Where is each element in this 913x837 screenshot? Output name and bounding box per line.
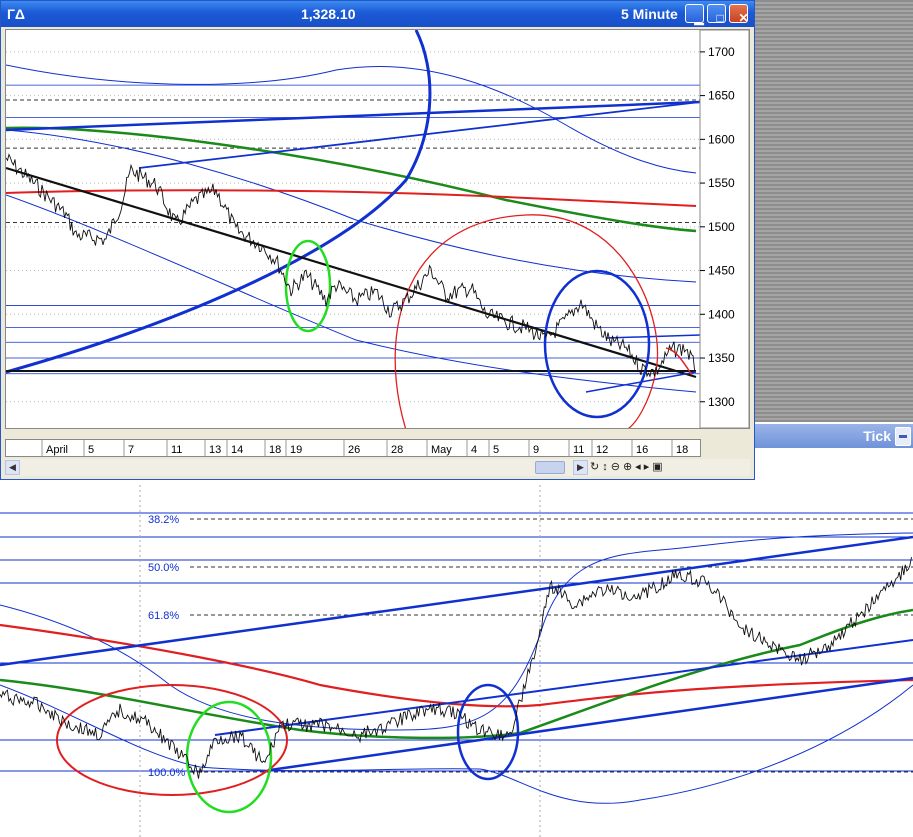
price-plot-area[interactable]: 1300 1350 1400 1450 1500 1550 1600 1650 1700 [5, 29, 750, 431]
y-tick-label: 1350 [708, 351, 735, 365]
y-tick-label: 1550 [708, 176, 735, 190]
fib-label: 50.0% [148, 562, 179, 574]
circle-blue [456, 683, 520, 781]
x-tick-label: May [431, 444, 452, 456]
horizontal-scrollbar[interactable]: ◀ ▶ ↻↕⊖⊕◂▸▣ [5, 459, 750, 476]
circle-red [394, 214, 659, 431]
scroll-thumb[interactable] [535, 461, 565, 474]
window-title: ГΔ [7, 6, 25, 22]
y-tick-label: 1600 [708, 132, 735, 146]
x-tick-label: 19 [290, 444, 302, 456]
interval-readout: 5 Minute [621, 6, 678, 22]
lower-curves [0, 532, 913, 814]
x-tick-label: 16 [636, 444, 648, 456]
title-bar: ГΔ 1,328.10 5 Minute ▁ □ ✕ [1, 1, 754, 27]
y-tick-label: 1450 [708, 264, 735, 278]
minimize-icon[interactable] [895, 427, 911, 446]
nav-left-icon[interactable]: ◂ [635, 461, 644, 473]
chart-toolbar[interactable]: ↻↕⊖⊕◂▸▣ [590, 459, 666, 476]
x-tick-label: 11 [171, 444, 182, 456]
scroll-left-button[interactable]: ◀ [5, 460, 20, 475]
x-tick-label: 5 [493, 444, 499, 456]
x-tick-label: 7 [128, 444, 134, 456]
upper-chart: 1300 1350 1400 1450 1500 1550 1600 1650 1700 [5, 29, 750, 431]
moving-average-red [5, 189, 697, 207]
x-tick-label: 11 [573, 444, 584, 456]
price-line [5, 153, 696, 378]
date-axis: April 5 7 11 13 14 18 19 26 28 May 4 5 9 11 12 16 18 [5, 439, 701, 457]
fib-label: 100.0% [148, 767, 186, 779]
minimize-icon: ▁ [694, 11, 704, 25]
moving-average-red [0, 623, 913, 708]
x-tick-label: 4 [471, 444, 477, 456]
date-axis-svg: April 5 7 11 13 14 18 19 26 28 May 4 5 9 11 12 16 18 [41, 440, 688, 456]
arrow-left-icon: ◀ [9, 462, 16, 472]
x-tick-label: April [46, 444, 68, 456]
fit-icon[interactable]: ↕ [602, 461, 611, 473]
desktop-background [755, 0, 913, 422]
x-tick-label: 28 [391, 444, 403, 456]
trendline-channel [138, 101, 701, 169]
maximize-icon: □ [716, 11, 724, 25]
x-tick-label: 26 [348, 444, 360, 456]
x-tick-label: 18 [269, 444, 281, 456]
x-tick-label: 13 [209, 444, 221, 456]
zoom-in-icon[interactable]: ⊕ [623, 461, 635, 473]
trendline-upper [5, 100, 701, 132]
arrow-right-icon: ▶ [577, 462, 584, 472]
arc-blue [5, 29, 432, 374]
x-tick-label: 14 [231, 444, 243, 456]
refresh-icon[interactable]: ↻ [590, 461, 602, 473]
y-tick-label: 1400 [708, 307, 735, 321]
tick-panel-header: Tick [755, 424, 913, 448]
price-series [5, 153, 696, 378]
window-icon[interactable]: ▣ [652, 461, 665, 473]
chart-window: ГΔ 1,328.10 5 Minute ▁ □ ✕ 1300 1350 1400 1… [0, 0, 755, 480]
envelope-middle [5, 129, 697, 283]
price-readout: 1,328.10 [301, 6, 356, 22]
x-tick-label: 12 [596, 444, 608, 456]
moving-average-green [0, 608, 913, 740]
envelope-lower [5, 194, 697, 393]
fib-label: 61.8% [148, 610, 179, 622]
x-tick-label: 18 [676, 444, 688, 456]
minimize-button[interactable]: ▁ [685, 4, 704, 25]
scroll-right-button[interactable]: ▶ [573, 460, 588, 475]
circle-blue [543, 269, 651, 419]
nav-right-icon[interactable]: ▸ [644, 461, 653, 473]
x-tick-label: 9 [533, 444, 539, 456]
y-tick-label: 1650 [708, 89, 735, 103]
y-tick-label: 1300 [708, 395, 735, 409]
maximize-button[interactable]: □ [707, 4, 726, 25]
close-icon: ✕ [738, 11, 749, 25]
x-tick-label: 5 [88, 444, 94, 456]
trendline-lower [269, 676, 913, 772]
y-tick-label: 1500 [708, 220, 735, 234]
zoom-out-icon[interactable]: ⊖ [611, 461, 623, 473]
envelope-upper [5, 64, 697, 174]
price-axis: 1300 1350 1400 1450 1500 1550 1600 1650 1700 [699, 29, 750, 429]
lower-chart: 38.2% 50.0% 61.8% 100.0% [0, 485, 913, 837]
close-button[interactable]: ✕ [729, 4, 749, 25]
tick-label: Tick [863, 428, 891, 444]
fib-label: 38.2% [148, 514, 179, 526]
trendline-small-top [605, 334, 701, 339]
y-tick-label: 1700 [708, 45, 735, 59]
upper-curves [5, 29, 701, 431]
